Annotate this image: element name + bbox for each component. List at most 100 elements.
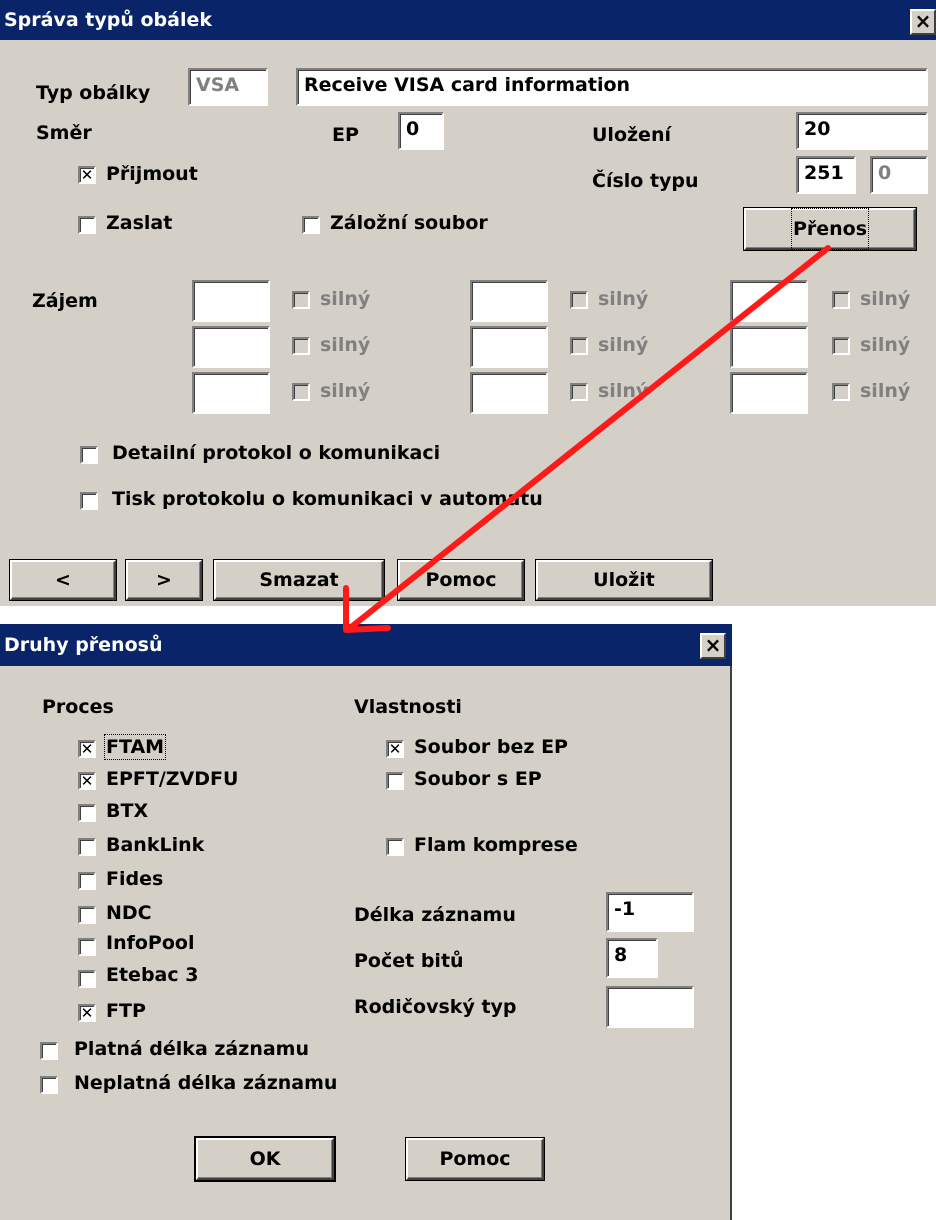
ftam-label: FTAM [103,734,167,760]
silny-checkbox [832,291,850,309]
rodicovsky-typ-field[interactable] [606,986,694,1028]
typ-obalky-desc-field[interactable]: Receive VISA card information [296,68,928,106]
next-button[interactable]: > [126,560,202,600]
pomoc-button-label: Pomoc [425,569,497,591]
epft-label: EPFT/ZVDFU [106,768,239,790]
pocet-bitu-field[interactable]: 8 [606,938,658,978]
detailni-protokol-label: Detailní protokol o komunikaci [112,442,441,464]
flam-komprese-checkbox[interactable] [386,838,404,856]
silny-checkbox [570,291,588,309]
fides-label: Fides [106,868,164,890]
zajem-field[interactable] [192,372,270,414]
ulozit-button-label: Uložit [593,569,655,591]
prijmout-checkbox[interactable]: ✕ [78,166,96,184]
ulozit-button[interactable]: Uložit [536,560,712,600]
silny-label: silný [598,380,649,402]
cislo-typu-field[interactable]: 251 [796,156,856,194]
btx-checkbox[interactable] [78,804,96,822]
dialog-druhy-prenosu: Druhy přenosů × Proces Vlastnosti ✕ FTAM… [0,624,732,1220]
banklink-checkbox[interactable] [78,838,96,856]
pomoc-button[interactable]: Pomoc [398,560,524,600]
etebac-label: Etebac 3 [106,964,199,986]
zajem-field[interactable] [192,280,270,322]
silny-checkbox [832,383,850,401]
dialog2-close-icon[interactable]: × [700,633,726,659]
ulozeni-field[interactable]: 20 [796,112,928,150]
zalozni-soubor-label: Záložní soubor [330,212,488,234]
ep-label: EP [332,124,359,146]
flam-komprese-label: Flam komprese [414,834,578,856]
smazat-button-label: Smazat [259,569,339,591]
dialog2-pomoc-button-label: Pomoc [439,1148,511,1170]
delka-zaznamu-label: Délka záznamu [354,904,516,926]
soubor-bez-ep-label: Soubor bez EP [414,736,568,758]
rodicovsky-typ-label: Rodičovský typ [354,996,517,1018]
zajem-field[interactable] [470,372,548,414]
silny-label: silný [320,380,371,402]
dialog2-title: Druhy přenosů [4,634,163,656]
prev-button[interactable]: < [10,560,116,600]
silny-label: silný [860,380,911,402]
silny-checkbox [292,337,310,355]
tisk-protokolu-label: Tisk protokolu o komunikaci v automatu [112,488,543,510]
silny-label: silný [320,288,371,310]
dialog1-titlebar: Správa typů obálek × [0,0,936,40]
zajem-label: Zájem [32,290,98,312]
dialog2-pomoc-button[interactable]: Pomoc [406,1138,544,1180]
banklink-label: BankLink [106,834,205,856]
zajem-field[interactable] [730,372,808,414]
zajem-field[interactable] [470,280,548,322]
zajem-field[interactable] [192,326,270,368]
ok-button[interactable]: OK [196,1138,334,1180]
smazat-button[interactable]: Smazat [214,560,384,600]
tisk-protokolu-checkbox[interactable] [80,492,98,510]
prijmout-label: Přijmout [106,163,198,185]
delka-zaznamu-field[interactable]: -1 [606,892,694,932]
infopool-checkbox[interactable] [78,938,96,956]
zajem-field[interactable] [470,326,548,368]
silny-label: silný [320,334,371,356]
ftp-checkbox[interactable]: ✕ [78,1004,96,1022]
ftp-label: FTP [106,1000,146,1022]
smer-label: Směr [36,122,92,144]
zajem-field[interactable] [730,280,808,322]
cislo-typu-sub-field: 0 [870,156,928,194]
cislo-typu-label: Číslo typu [592,170,699,192]
ndc-checkbox[interactable] [78,906,96,924]
silny-checkbox [292,291,310,309]
silny-label: silný [598,334,649,356]
typ-obalky-code-field: VSA [188,68,268,106]
zaslat-label: Zaslat [106,212,173,234]
typ-obalky-label: Typ obálky [36,82,151,104]
zalozni-soubor-checkbox[interactable] [302,216,320,234]
ok-button-label: OK [249,1148,281,1170]
zajem-field[interactable] [730,326,808,368]
silny-checkbox [570,383,588,401]
dialog1-close-icon[interactable]: × [910,9,936,35]
soubor-bez-ep-checkbox[interactable]: ✕ [386,740,404,758]
ulozeni-label: Uložení [592,124,671,146]
zaslat-checkbox[interactable] [78,216,96,234]
dialog2-titlebar: Druhy přenosů × [0,624,732,666]
silny-checkbox [832,337,850,355]
fides-checkbox[interactable] [78,872,96,890]
silny-label: silný [598,288,649,310]
etebac-checkbox[interactable] [78,970,96,988]
silny-label: silný [860,334,911,356]
detailni-protokol-checkbox[interactable] [80,446,98,464]
neplatna-delka-label: Neplatná délka záznamu [74,1072,338,1094]
platna-delka-label: Platná délka záznamu [74,1038,309,1060]
epft-checkbox[interactable]: ✕ [78,772,96,790]
prenos-button[interactable]: Přenos [744,208,916,250]
dialog-sprava-typu-obalek: Správa typů obálek × Typ obálky VSA Rece… [0,0,936,606]
ndc-label: NDC [106,902,152,924]
platna-delka-checkbox[interactable] [40,1042,58,1060]
soubor-s-ep-checkbox[interactable] [386,772,404,790]
pocet-bitu-label: Počet bitů [354,950,464,972]
silny-label: silný [860,288,911,310]
ep-field[interactable]: 0 [398,112,444,150]
ftam-checkbox[interactable]: ✕ [78,740,96,758]
soubor-s-ep-label: Soubor s EP [414,768,542,790]
dialog1-title: Správa typů obálek [4,9,213,31]
neplatna-delka-checkbox[interactable] [40,1076,58,1094]
